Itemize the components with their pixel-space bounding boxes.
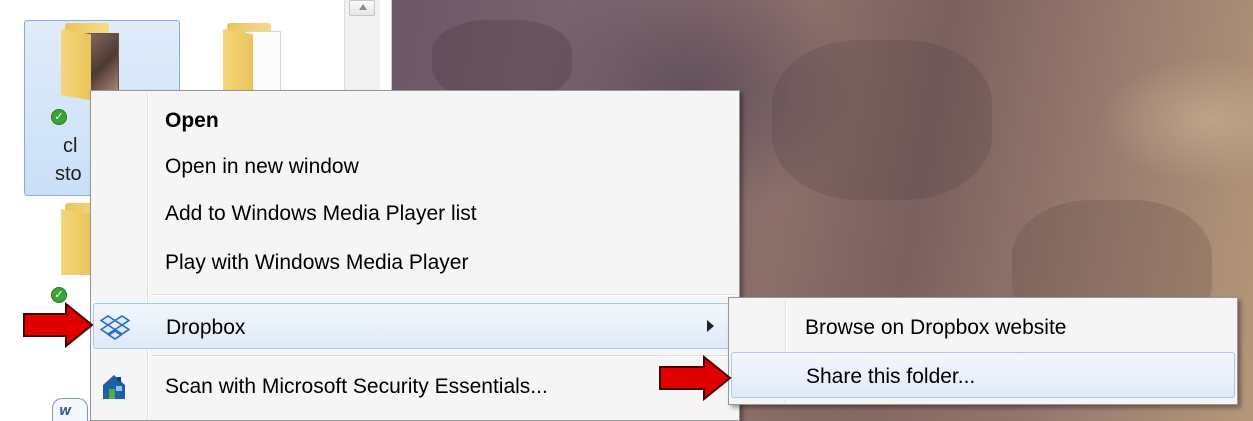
menu-item-label: Scan with Microsoft Security Essentials.… [165,375,548,398]
folder-item[interactable] [200,20,320,101]
security-essentials-icon [99,371,129,401]
menu-item-add-to-wmp-list[interactable]: Add to Windows Media Player list [93,190,737,236]
menu-item-share-this-folder[interactable]: Share this folder... [731,352,1235,398]
menu-item-label: Open [165,109,219,132]
menu-item-open-new-window[interactable]: Open in new window [93,143,737,189]
submenu-arrow-icon [707,320,714,332]
folder-icon [61,203,91,275]
folder-label-line1: cl [63,135,78,157]
menu-item-scan-security-essentials[interactable]: Scan with Microsoft Security Essentials.… [93,363,737,409]
folder-icon [61,23,131,101]
annotation-arrow-icon [659,355,732,401]
menu-separator [151,355,735,357]
context-menu: Open Open in new window Add to Windows M… [90,90,740,421]
dropbox-icon [99,312,131,342]
dropbox-submenu: Browse on Dropbox website Share this fol… [728,297,1238,405]
menu-item-label: Open in new window [165,155,359,178]
menu-item-dropbox[interactable]: Dropbox [93,303,737,349]
folder-label-line2: sto [55,163,82,185]
folder-icon [223,23,293,101]
menu-item-browse-dropbox-website[interactable]: Browse on Dropbox website [731,304,1235,350]
menu-item-open[interactable]: Open [93,97,737,143]
menu-separator [151,294,735,296]
annotation-arrow-icon [23,302,94,348]
sync-check-icon: ✓ [51,109,67,125]
scroll-up-arrow-icon[interactable] [349,0,375,16]
menu-item-label: Share this folder... [806,365,976,388]
folder-item[interactable]: ✓ [40,200,92,304]
sync-check-icon: ✓ [51,287,67,303]
document-type-badge-icon: W [52,398,88,421]
menu-item-label: Add to Windows Media Player list [165,202,477,225]
menu-item-label: Dropbox [166,316,246,339]
menu-item-play-with-wmp[interactable]: Play with Windows Media Player [93,239,737,285]
menu-item-label: Browse on Dropbox website [805,316,1067,339]
menu-item-label: Play with Windows Media Player [165,251,469,274]
